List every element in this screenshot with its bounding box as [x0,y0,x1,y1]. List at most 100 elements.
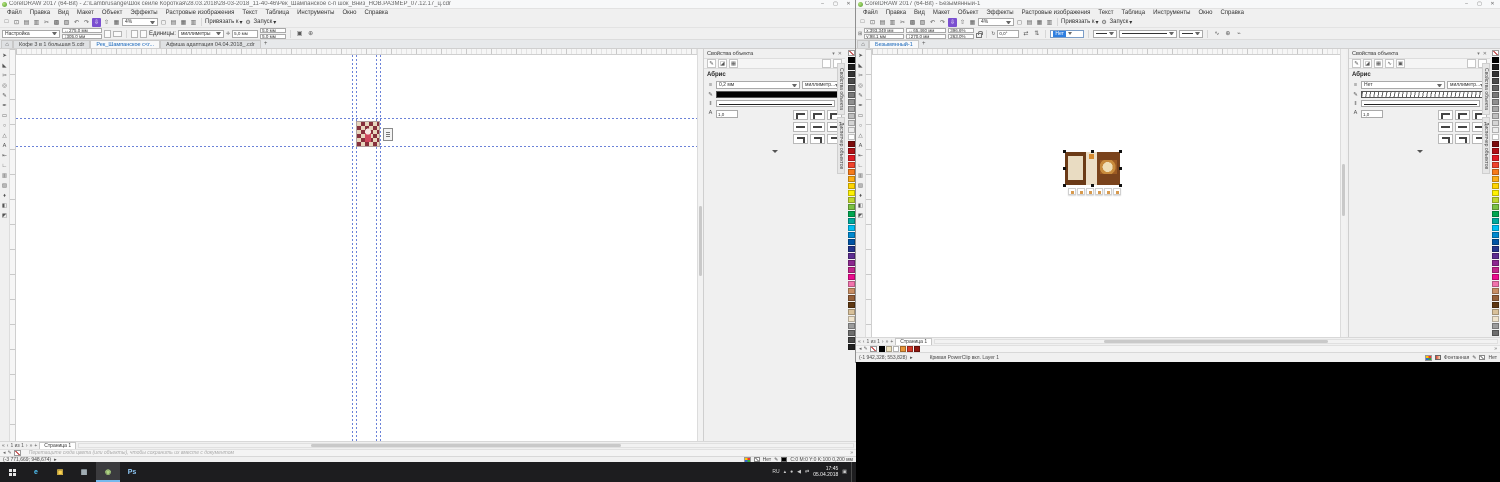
palette-swatch[interactable] [847,239,855,245]
palette-swatch[interactable] [847,337,855,343]
end-arrowhead-combo[interactable] [1179,29,1204,38]
copy-icon[interactable]: ▩ [908,18,917,27]
scale-x-field[interactable]: 396,6% [948,28,975,33]
fill-section-tab[interactable]: ◪ [1363,59,1372,68]
import-icon[interactable]: ⇩ [92,17,101,27]
launch-dropdown[interactable]: Запуск ▾ [1110,19,1133,26]
palette-swatch[interactable] [847,169,855,175]
vertical-scrollbar[interactable] [1340,49,1346,337]
palette-swatch[interactable] [1492,85,1499,91]
close-button[interactable]: ✕ [1487,0,1498,9]
add-page-frame-icon[interactable]: ⊕ [306,29,315,38]
page-width-field[interactable]: ↔ 275,0 мм [62,28,102,33]
interactive-fill-tool[interactable]: ◧ [0,201,9,210]
outline-color-picker[interactable] [1361,91,1487,98]
start-arrowhead-combo[interactable] [1093,29,1118,38]
freehand-tool[interactable]: ✎ [856,91,865,100]
outline-width-combo[interactable]: Нет [1050,29,1085,38]
arrow-position-button[interactable] [1438,134,1453,144]
drop-shadow-tool[interactable]: ▥ [0,171,9,180]
zoom-tool[interactable]: ◎ [856,81,865,90]
menu-item[interactable]: Правка [882,9,910,17]
palette-swatch[interactable] [847,141,855,147]
palette-swatch[interactable] [1492,113,1499,119]
menu-item[interactable]: Текст [238,9,261,17]
arrow-position-button[interactable] [1455,134,1470,144]
polygon-tool[interactable]: △ [0,131,9,140]
placed-artwork-image[interactable] [356,121,380,147]
mirror-vertical-icon[interactable]: ⇅ [1032,29,1041,38]
text-tool[interactable]: A [0,141,9,150]
palette-swatch[interactable] [1492,176,1499,182]
new-document-icon[interactable]: □ [2,18,11,27]
freehand-tool[interactable]: ✎ [0,91,9,100]
palette-swatch[interactable] [1492,92,1499,98]
palette-swatch[interactable] [1492,64,1499,70]
palette-swatch[interactable] [1492,106,1499,112]
palette-swatch[interactable] [847,288,855,294]
show-guidelines-icon[interactable]: ▥ [189,18,198,27]
palette-swatch[interactable] [847,267,855,273]
outline-style-combo[interactable] [1361,100,1480,107]
snap-to-dropdown[interactable]: Привязать к ▾ [205,19,243,26]
previous-page-button[interactable]: ‹ [7,443,9,449]
print-icon[interactable]: ▥ [32,18,41,27]
palette-swatch[interactable] [847,134,855,140]
palette-swatch[interactable] [847,113,855,119]
last-page-button[interactable]: » [30,443,33,449]
palette-swatch[interactable] [1492,239,1499,245]
palette-swatch[interactable] [1492,169,1499,175]
outline-width-combo[interactable]: Нет [1361,81,1445,89]
shape-tool[interactable]: ◣ [856,61,865,70]
page-tab[interactable]: Страница 1 [895,338,933,345]
menu-item[interactable]: Правка [26,9,54,17]
palette-swatch[interactable] [1492,330,1499,336]
smart-fill-tool[interactable]: ◩ [0,211,9,220]
corner-style-button[interactable] [1438,110,1453,120]
last-page-button[interactable]: » [886,339,889,345]
next-page-button[interactable]: › [882,339,884,345]
ellipse-tool[interactable]: ○ [0,121,9,130]
palette-swatch[interactable] [1492,323,1499,329]
palette-swatch[interactable] [847,302,855,308]
coreldraw-taskbar-icon[interactable]: ◉ [96,462,120,482]
palette-swatch[interactable] [847,253,855,259]
zoom-tool[interactable]: ◎ [0,81,9,90]
scrollbar-thumb[interactable] [699,205,702,277]
ie-taskbar-icon[interactable]: e [24,462,48,482]
scrollbar-thumb[interactable] [311,444,621,447]
to-front-icon[interactable]: ⊕ [1223,29,1232,38]
polygon-tool[interactable]: △ [856,131,865,140]
palette-swatch[interactable] [1492,225,1499,231]
rotation-angle-field[interactable]: 0,0 ° [997,29,1020,38]
palette-swatch[interactable] [847,190,855,196]
zoom-level-combo[interactable]: 4% [978,18,1014,26]
palette-swatch[interactable] [1492,71,1499,77]
menu-item[interactable]: Макет [73,9,98,17]
page-height-field[interactable]: ↕ 305,0 мм [62,34,102,39]
menu-item[interactable]: Файл [859,9,882,17]
selection-handle[interactable] [1063,184,1066,187]
menu-item[interactable]: Вид [910,9,929,17]
language-indicator[interactable]: RU [772,469,779,475]
action-center-icon[interactable]: ▣ [842,469,847,475]
fullscreen-preview-icon[interactable]: ◻ [159,18,168,27]
preview-tile[interactable] [1113,188,1121,195]
smart-fill-tool[interactable]: ◩ [856,211,865,220]
rectangle-tool[interactable]: ▭ [856,111,865,120]
export-icon[interactable]: ⇧ [958,18,967,27]
outline-style-combo[interactable] [716,100,835,107]
network-icon[interactable]: ⇄ [805,469,809,475]
cap-style-button[interactable] [1455,122,1470,132]
eyedropper-tool[interactable]: ♦ [0,191,9,200]
outline-units-combo[interactable]: миллиметр... [1447,81,1487,89]
document-tab[interactable]: Безымянный-1 [869,40,919,48]
palette-swatch[interactable] [1492,253,1499,259]
add-page-button[interactable]: + [890,339,893,345]
menu-item[interactable]: Объект [954,9,982,17]
mirror-horizontal-icon[interactable]: ⇄ [1021,29,1030,38]
selected-packaging-object[interactable] [1063,150,1122,187]
palette-swatch[interactable] [1492,120,1499,126]
palette-swatch[interactable] [847,218,855,224]
palette-swatch[interactable] [1492,281,1499,287]
